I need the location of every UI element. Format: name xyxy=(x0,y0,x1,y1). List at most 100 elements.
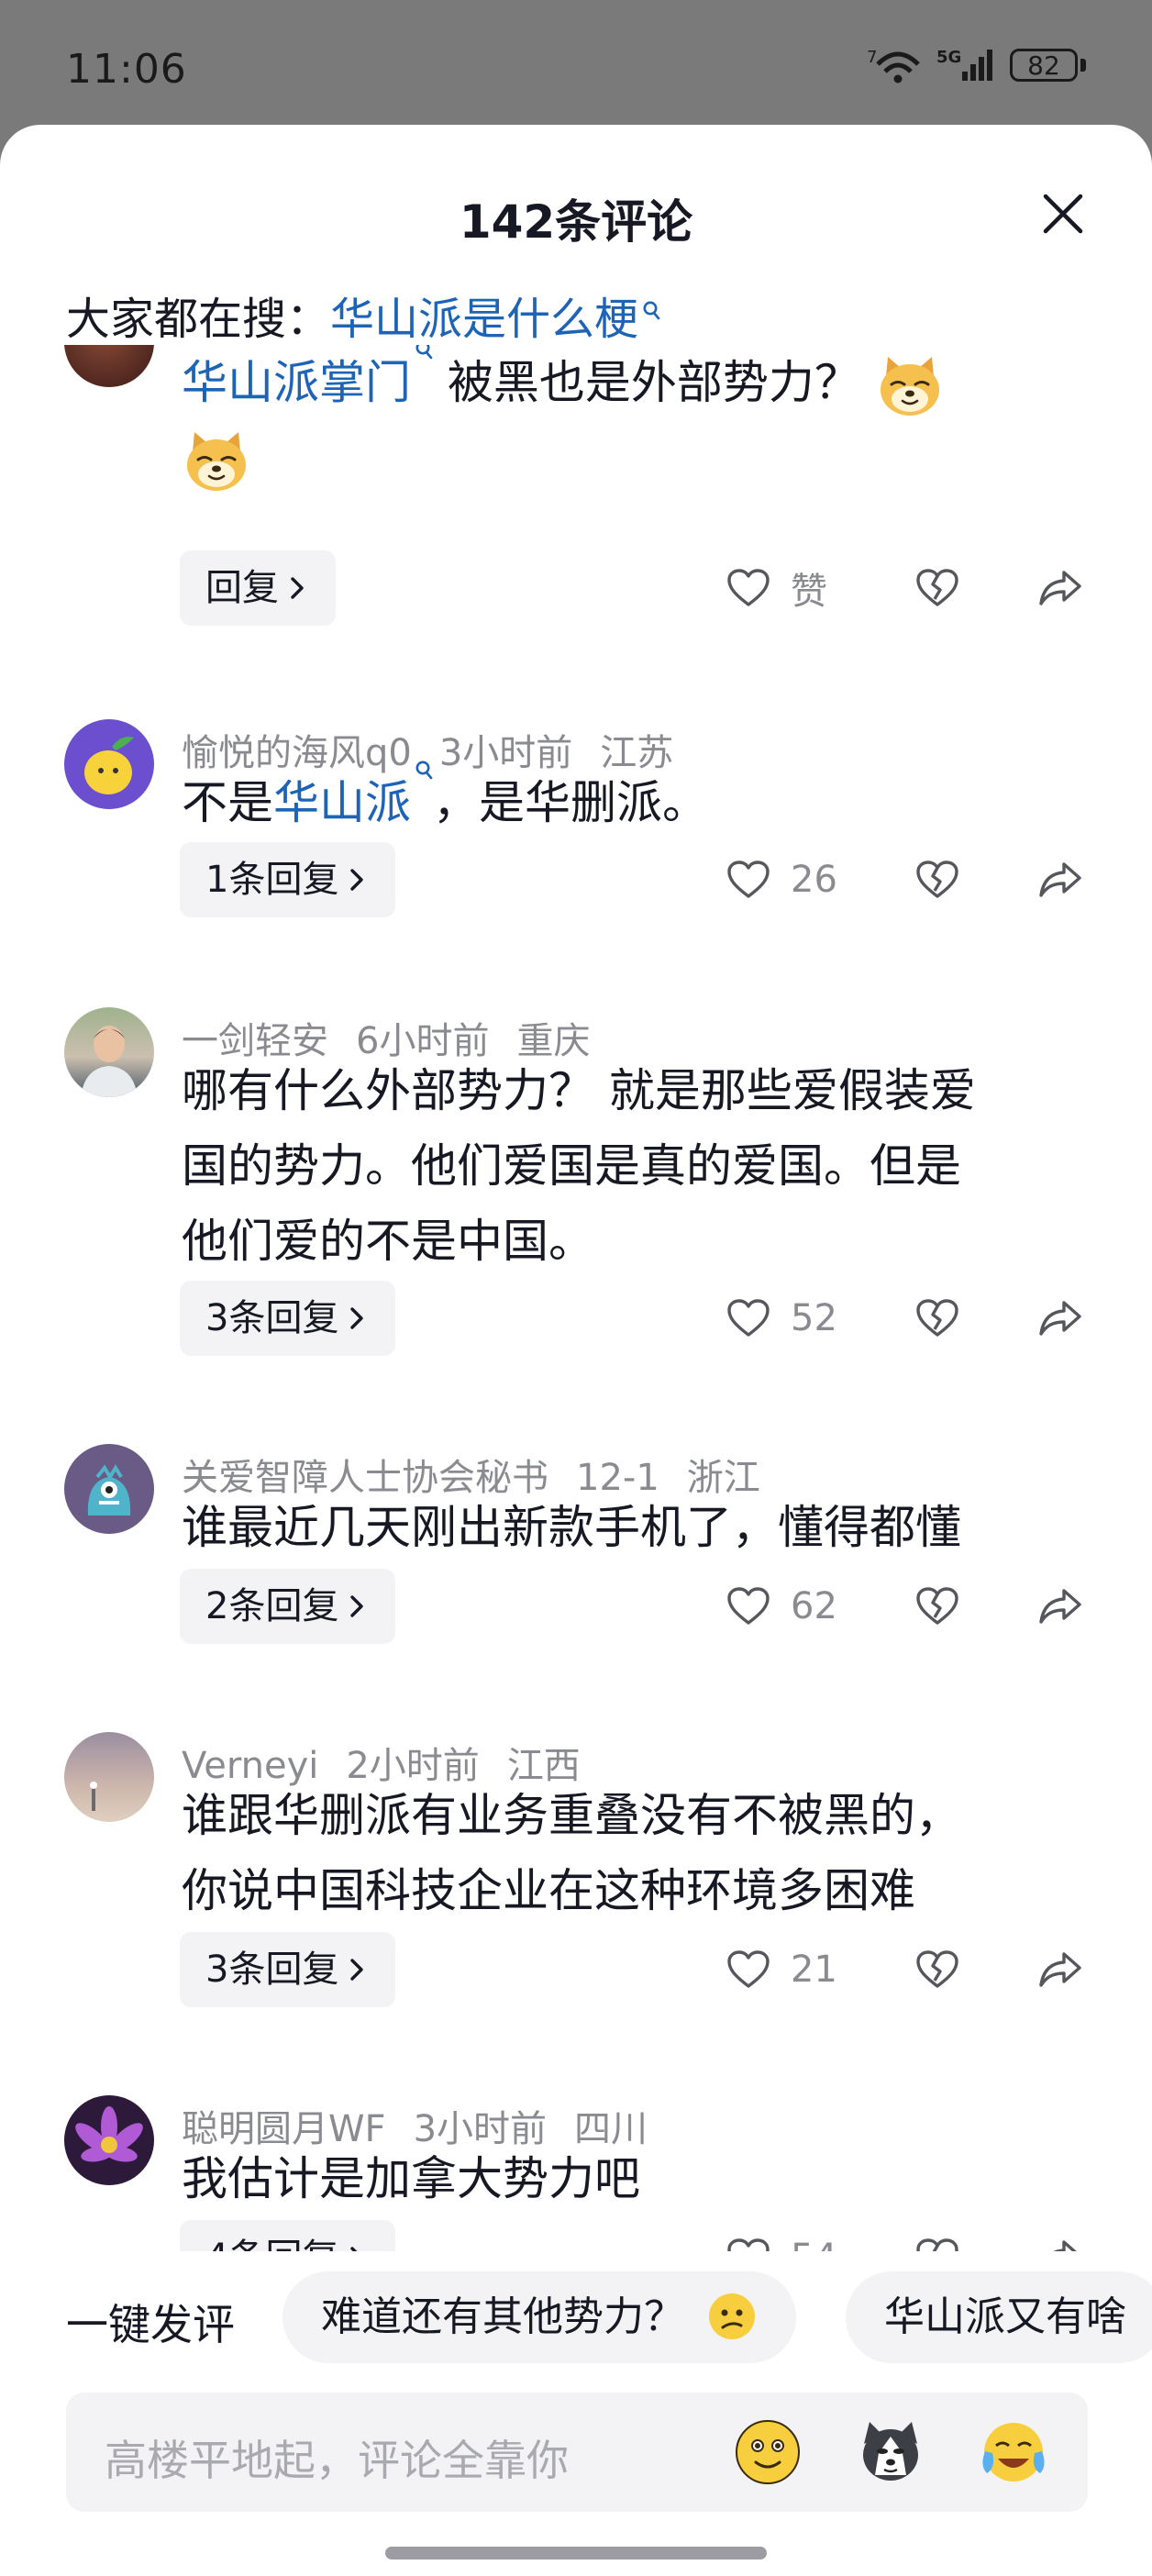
heart-icon xyxy=(725,856,772,904)
quick-comment-label: 一键发评 xyxy=(66,2300,235,2349)
share-icon xyxy=(1036,1294,1084,1342)
share-button[interactable] xyxy=(1036,1582,1084,1634)
close-icon[interactable] xyxy=(1038,189,1088,239)
battery-level: 82 xyxy=(1010,49,1078,82)
share-button[interactable] xyxy=(1036,564,1084,616)
dislike-button[interactable] xyxy=(914,856,961,907)
dislike-button[interactable] xyxy=(914,1946,961,1997)
search-icon xyxy=(642,300,660,324)
chevron-right-icon xyxy=(348,867,366,893)
heart-icon xyxy=(725,1294,772,1342)
dislike-button[interactable] xyxy=(914,1582,961,1634)
share-button[interactable] xyxy=(1036,1294,1084,1346)
comment-actions: 21 xyxy=(725,1932,1091,2007)
chevron-right-icon xyxy=(348,1593,366,1619)
comment-actions: 54 xyxy=(725,2220,1091,2251)
sheet-title: 142条评论 xyxy=(459,195,693,249)
wifi-icon: 7 xyxy=(867,48,920,83)
trending-search-link[interactable]: 华山派是什么梗 xyxy=(330,283,638,347)
heart-icon xyxy=(725,1946,772,1993)
comment-text: 哪有什么外部势力？ 就是那些爱假装爱 国的势力。他们爱国是真的爱国。但是 他们爱的不… xyxy=(182,1064,976,1268)
broken-heart-icon xyxy=(914,856,961,904)
chevron-right-icon xyxy=(348,2245,366,2251)
home-indicator[interactable] xyxy=(385,2547,767,2559)
reply-button[interactable]: 1条回复 xyxy=(180,842,396,917)
heart-icon xyxy=(725,564,772,612)
heart-icon xyxy=(725,2234,772,2251)
comment-text: 谁最近几天刚出新款手机了，懂得都懂 xyxy=(182,1501,961,1554)
share-icon xyxy=(1036,856,1084,904)
laugh-cry-emoji-icon[interactable] xyxy=(978,2416,1049,2488)
share-button[interactable] xyxy=(1036,2234,1084,2251)
like-button[interactable]: 26 xyxy=(725,842,837,917)
like-count: 52 xyxy=(791,1297,837,1339)
dislike-button[interactable] xyxy=(914,564,961,616)
broken-heart-icon xyxy=(914,1294,961,1342)
avatar[interactable] xyxy=(64,2095,154,2185)
reply-button[interactable]: 3条回复 xyxy=(180,1932,396,2007)
chevron-right-icon xyxy=(348,1305,366,1331)
reply-button[interactable]: 2条回复 xyxy=(180,1569,396,1644)
share-button[interactable] xyxy=(1036,856,1084,907)
confused-emoji xyxy=(709,2293,755,2339)
comment-list[interactable]: 华山派掌门 被黑也是外部势力？ 回复 赞 愉悦的海风q0 3小时前 江苏 不是华山派… xyxy=(0,345,1152,2251)
comment-actions: 52 xyxy=(725,1281,1091,1356)
status-bar: 11:06 7 5G 82 xyxy=(0,0,1152,125)
quick-comment-chip[interactable]: 华山派又有啥 xyxy=(846,2271,1152,2363)
comment-item: 关爱智障人士协会秘书 12-1 浙江 谁最近几天刚出新款手机了，懂得都懂 2条回复 … xyxy=(0,1444,1152,1682)
reply-button[interactable]: 3条回复 xyxy=(180,1281,396,1356)
status-icons: 7 5G 82 xyxy=(867,46,1086,84)
like-button[interactable]: 54 xyxy=(725,2220,837,2251)
comment-topic-link[interactable]: 华山派掌门 xyxy=(182,356,411,409)
comment-item: 聪明圆月WF3小时前四川 我估计是加拿大势力吧 4条回复 54 xyxy=(0,2095,1152,2251)
like-button[interactable]: 赞 xyxy=(725,550,827,626)
like-button[interactable]: 62 xyxy=(725,1569,837,1644)
avatar[interactable] xyxy=(64,719,154,809)
like-count: 21 xyxy=(791,1949,837,1991)
like-button[interactable]: 52 xyxy=(725,1281,837,1356)
husky-emoji-icon[interactable] xyxy=(855,2416,926,2488)
comment-text: 华山派掌门 被黑也是外部势力？ xyxy=(182,345,1099,496)
like-button[interactable]: 21 xyxy=(725,1932,837,2007)
chevron-right-icon xyxy=(288,575,306,601)
comment-topic-link[interactable]: 华山派 xyxy=(273,776,411,829)
comment-text: 我估计是加拿大势力吧 xyxy=(182,2152,640,2205)
trending-search-label: 大家都在搜： xyxy=(66,294,331,345)
comment-input-placeholder: 高楼平地起，评论全靠你 xyxy=(105,2436,569,2485)
comment-actions: 26 xyxy=(725,842,1091,917)
smile-emoji-icon[interactable] xyxy=(732,2416,803,2488)
reply-button[interactable]: 4条回复 xyxy=(180,2220,396,2251)
share-icon xyxy=(1036,1946,1084,1993)
status-time: 11:06 xyxy=(66,46,187,93)
share-button[interactable] xyxy=(1036,1946,1084,1997)
avatar[interactable] xyxy=(64,345,154,387)
trending-search: 大家都在搜： 华山派是什么梗 xyxy=(66,283,660,347)
comment-actions: 62 xyxy=(725,1569,1091,1644)
heart-icon xyxy=(725,1582,772,1630)
search-icon xyxy=(415,345,433,363)
dislike-button[interactable] xyxy=(914,1294,961,1346)
signal-icon: 5G xyxy=(936,48,992,81)
avatar[interactable] xyxy=(64,1007,154,1097)
battery-icon: 82 xyxy=(1010,49,1086,82)
comment-input[interactable]: 高楼平地起，评论全靠你 xyxy=(66,2393,1088,2512)
comment-text: 谁跟华删派有业务重叠没有不被黑的， 你说中国科技企业在这种环境多困难 xyxy=(182,1789,961,1917)
comment-actions: 赞 xyxy=(725,550,1091,626)
like-count: 26 xyxy=(791,859,837,901)
reply-button[interactable]: 回复 xyxy=(180,550,336,626)
search-icon xyxy=(415,760,433,783)
dislike-button[interactable] xyxy=(914,2234,961,2251)
doge-emoji xyxy=(875,351,945,421)
comments-sheet: 142条评论 大家都在搜： 华山派是什么梗 华山派掌门 被黑也是外部势力？ 回复… xyxy=(0,125,1152,2576)
quick-comment-row: 一键发评 难道还有其他势力？ 华山派又有啥 xyxy=(0,2271,1152,2363)
comment-item: 华山派掌门 被黑也是外部势力？ 回复 赞 xyxy=(0,345,1152,626)
avatar[interactable] xyxy=(64,1732,154,1822)
chevron-right-icon xyxy=(348,1957,366,1982)
like-count: 54 xyxy=(791,2237,837,2251)
avatar[interactable] xyxy=(64,1444,154,1534)
comment-item: 愉悦的海风q0 3小时前 江苏 不是华山派 ，是华删派。 1条回复 26 xyxy=(0,719,1152,958)
svg-text:7: 7 xyxy=(867,48,877,67)
broken-heart-icon xyxy=(914,1582,961,1630)
svg-text:5G: 5G xyxy=(936,48,961,67)
quick-comment-chip[interactable]: 难道还有其他势力？ xyxy=(282,2271,796,2363)
